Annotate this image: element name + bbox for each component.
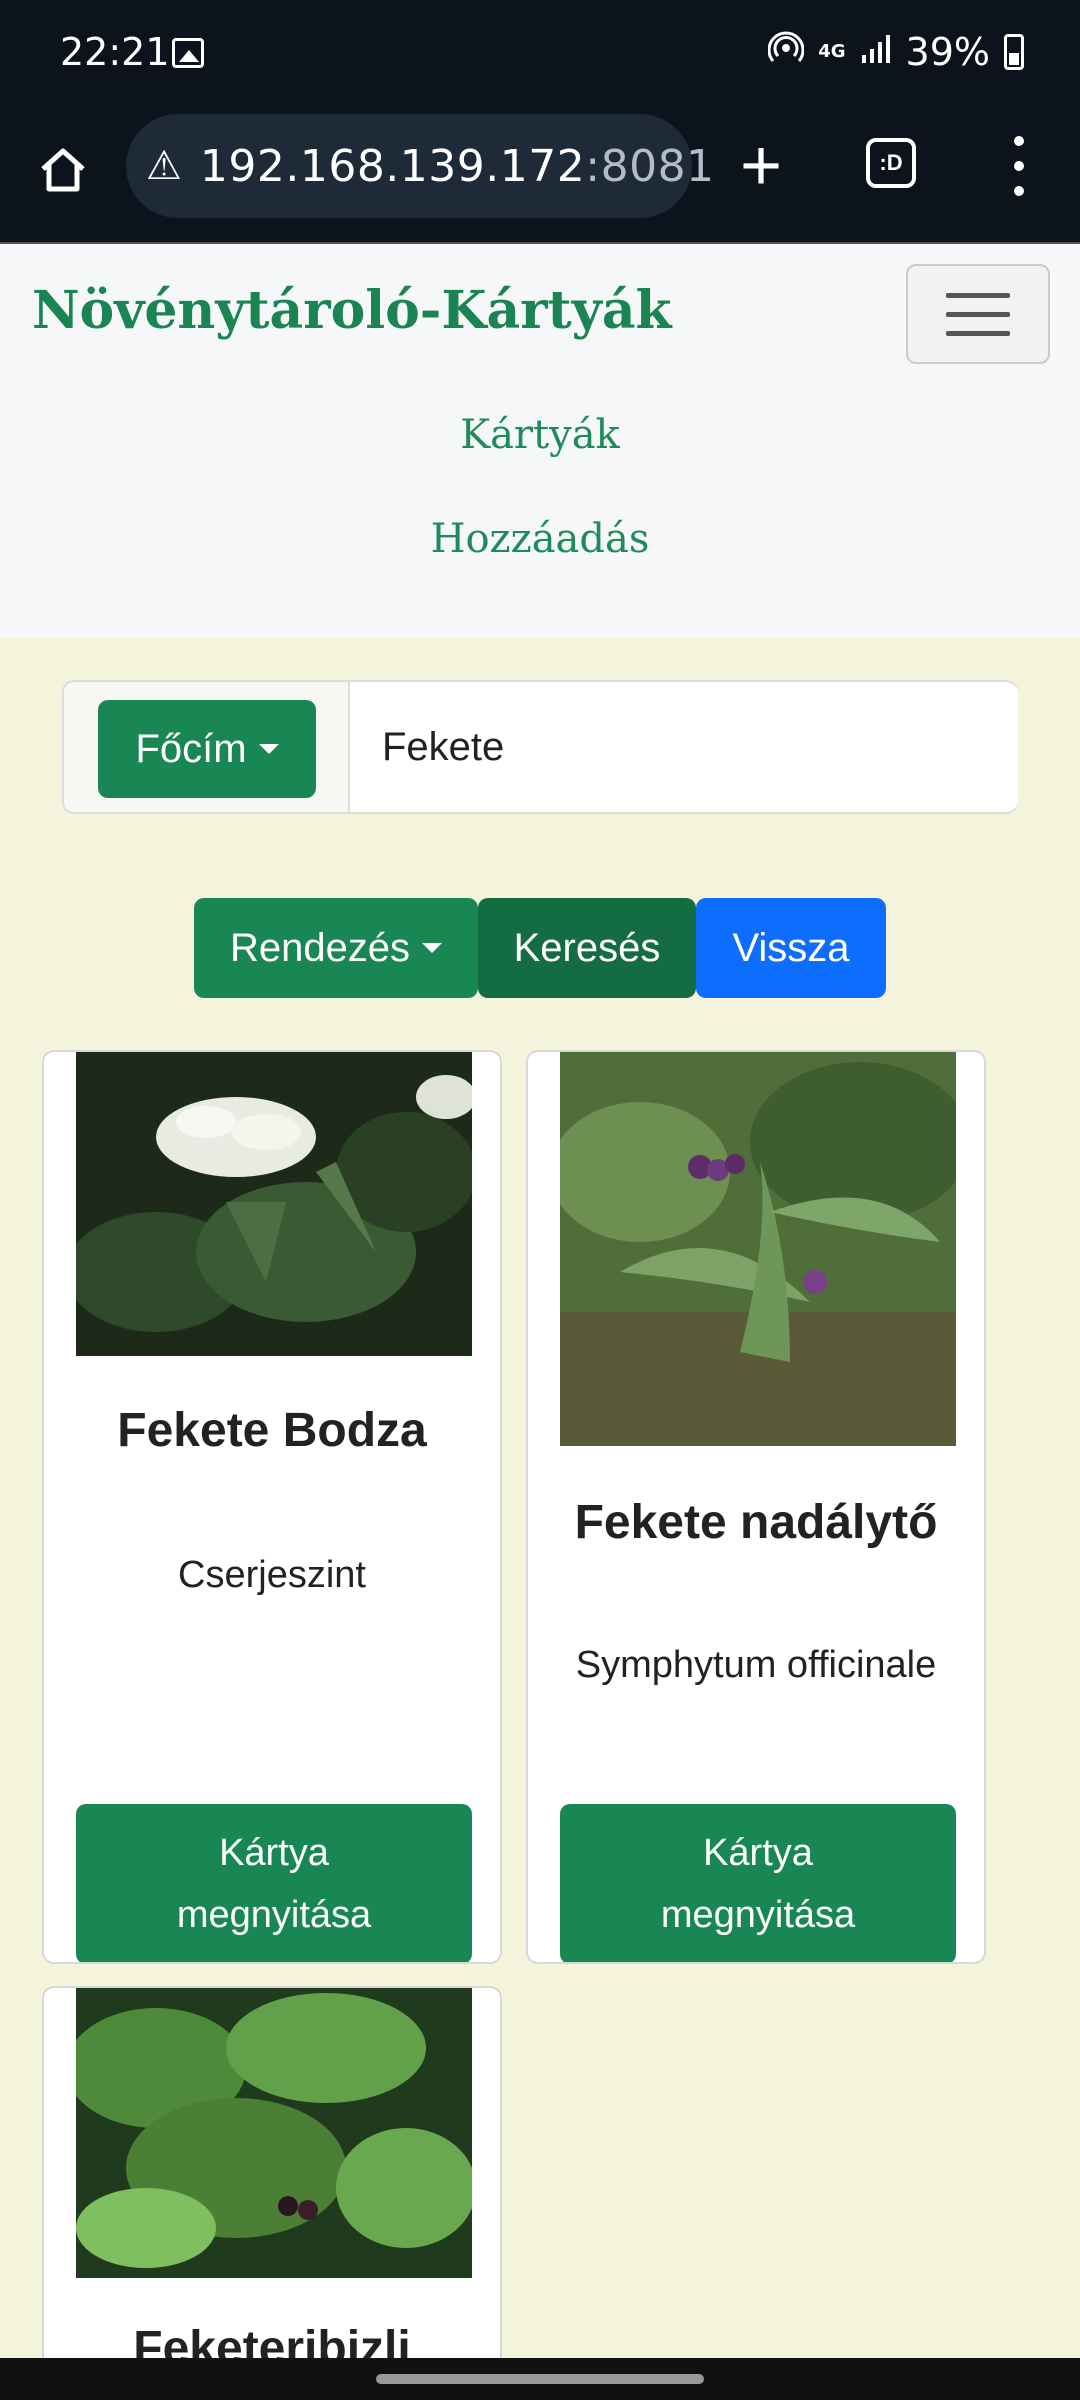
- card-title: Fekete Bodza: [117, 1404, 427, 1457]
- network-4g-icon: 4G: [818, 41, 846, 62]
- signal-icon: [860, 30, 892, 74]
- plant-card: Feketeribizli: [42, 1986, 502, 2400]
- search-input[interactable]: [348, 682, 1018, 812]
- plant-photo: [76, 1988, 472, 2278]
- battery-percent: 39%: [905, 30, 990, 74]
- status-bar: 22:21 4G 39%: [0, 0, 1080, 108]
- card-subtitle: Symphytum officinale: [575, 1644, 937, 1686]
- home-button[interactable]: [30, 136, 96, 202]
- nav-link-cards[interactable]: Kártyák: [0, 412, 1080, 458]
- new-tab-button[interactable]: +: [728, 118, 794, 214]
- site-navbar: Növénytároló-Kártyák Kártyák Hozzáadás: [0, 242, 1080, 638]
- sort-label: Rendezés: [229, 925, 411, 970]
- open-card-button[interactable]: Kártya megnyitása: [560, 1804, 956, 1962]
- navbar-toggler-button[interactable]: [906, 264, 1050, 364]
- action-buttons: Rendezés Keresés Vissza: [194, 898, 886, 998]
- status-time: 22:21: [60, 30, 170, 74]
- home-gesture-handle[interactable]: [376, 2374, 704, 2384]
- more-menu-icon: [1014, 136, 1024, 146]
- plant-photo: [560, 1052, 956, 1446]
- open-card-button[interactable]: Kártya megnyitása: [76, 1804, 472, 1962]
- back-button[interactable]: Vissza: [696, 898, 886, 998]
- plant-card: Fekete Bodza Cserjeszint Kártya megnyitá…: [42, 1050, 502, 1964]
- new-tab-icon: +: [739, 126, 783, 206]
- caret-down-icon: [258, 744, 279, 754]
- plant-card: Fekete nadálytő Symphytum officinale Kár…: [526, 1050, 986, 1964]
- image-icon: [172, 38, 204, 68]
- search-field-dropdown[interactable]: Főcím: [98, 700, 316, 798]
- battery-icon: [1004, 34, 1024, 70]
- status-icons: 4G 39%: [767, 30, 1024, 74]
- home-icon: [41, 148, 85, 192]
- card-title: Fekete nadálytő: [574, 1496, 938, 1549]
- tabs-button[interactable]: :D: [866, 138, 916, 188]
- search-group: Főcím: [62, 680, 1018, 814]
- plant-photo: [76, 1052, 472, 1356]
- search-button[interactable]: Keresés: [478, 898, 696, 998]
- url-host: 192.168.139.172: [199, 140, 586, 192]
- url-port: :8081: [585, 140, 715, 192]
- browser-toolbar: ⚠ 192.168.139.172:8081 + :D: [0, 108, 1080, 242]
- warning-icon: ⚠: [146, 144, 182, 188]
- hamburger-icon: [946, 292, 1010, 298]
- sort-dropdown-button[interactable]: Rendezés: [194, 898, 478, 998]
- card-subtitle: Cserjeszint: [178, 1554, 366, 1596]
- nav-link-add[interactable]: Hozzáadás: [0, 516, 1080, 562]
- gesture-navigation-bar: [0, 2358, 1080, 2400]
- brand-link[interactable]: Növénytároló-Kártyák: [32, 280, 672, 341]
- hotspot-icon: [767, 30, 805, 74]
- caret-down-icon: [422, 943, 443, 953]
- more-menu-button[interactable]: [994, 136, 1044, 196]
- address-bar[interactable]: ⚠ 192.168.139.172:8081: [126, 114, 714, 218]
- url-text: 192.168.139.172:8081: [200, 141, 715, 192]
- tabs-icon: :D: [879, 150, 903, 175]
- search-field-label: Főcím: [135, 726, 247, 771]
